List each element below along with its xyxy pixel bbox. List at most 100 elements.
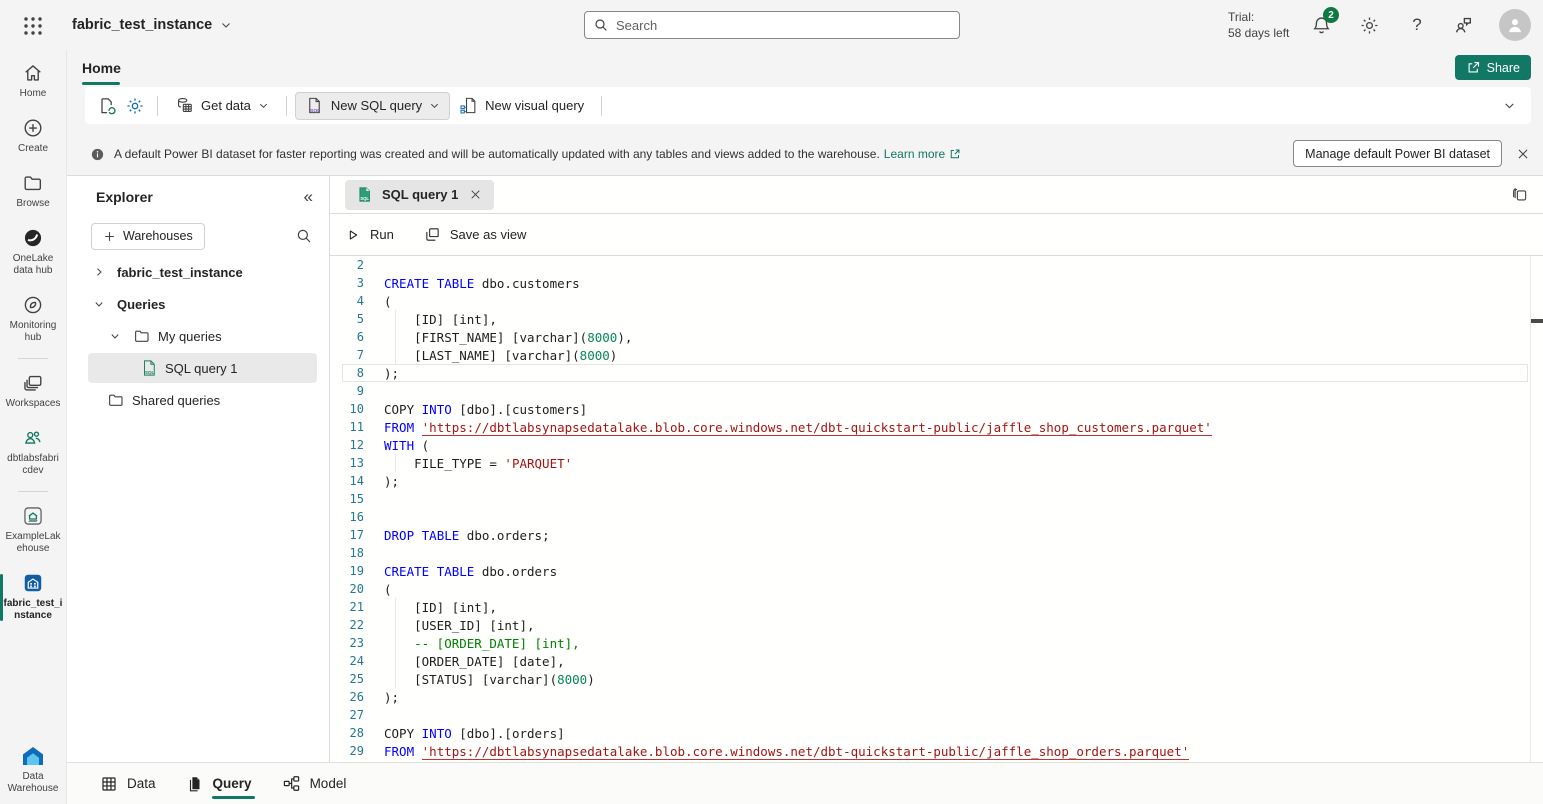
help-button[interactable]: ?: [1406, 14, 1428, 36]
code-line-5[interactable]: 5 [ID] [int],: [330, 310, 1530, 328]
code-line-19[interactable]: 19CREATE TABLE dbo.orders: [330, 562, 1530, 580]
query-settings-gear-icon[interactable]: [121, 92, 149, 120]
code-line-28[interactable]: 28COPY INTO [dbo].[orders]: [330, 724, 1530, 742]
tree-item-my-queries[interactable]: My queries: [67, 320, 329, 352]
code-line-12[interactable]: 12WITH (: [330, 436, 1530, 454]
rail-item-workspaces[interactable]: Workspaces: [0, 364, 66, 419]
get-data-button[interactable]: Get data: [166, 92, 278, 120]
share-button[interactable]: Share: [1455, 55, 1531, 80]
code-line-21[interactable]: 21 [ID] [int],: [330, 598, 1530, 616]
collapse-panel-icon[interactable]: «: [304, 187, 313, 207]
search-input[interactable]: [616, 18, 951, 33]
rail-item-onelake-data-hub[interactable]: OneLakedata hub: [0, 219, 66, 286]
code-line-13[interactable]: 13 FILE_TYPE = 'PARQUET': [330, 454, 1530, 472]
save-as-view-button[interactable]: Save as view: [424, 226, 527, 243]
code-line-6[interactable]: 6 [FIRST_NAME] [varchar](8000),: [330, 328, 1530, 346]
indent-guide: [395, 346, 396, 364]
feedback-button[interactable]: [1452, 14, 1474, 36]
account-avatar[interactable]: [1499, 9, 1531, 41]
rail-item-monitoring-hub[interactable]: Monitoringhub: [0, 286, 66, 353]
learn-more-link[interactable]: Learn more: [884, 147, 961, 161]
code-text: [USER_ID] [int],: [384, 618, 535, 633]
rail-item-browse[interactable]: Browse: [0, 164, 66, 219]
chevron-down-icon: [220, 19, 232, 31]
code-line-26[interactable]: 26);: [330, 688, 1530, 706]
banner-close-icon[interactable]: [1512, 143, 1534, 165]
code-line-2[interactable]: 2: [330, 256, 1530, 274]
scrollbar-cursor-marker[interactable]: [1531, 319, 1543, 323]
line-number: 2: [330, 258, 364, 272]
code-line-15[interactable]: 15: [330, 490, 1530, 508]
line-number: 19: [330, 564, 364, 578]
sql-code-area[interactable]: 2 3CREATE TABLE dbo.customers4(5 [ID] [in…: [330, 256, 1530, 762]
code-line-17[interactable]: 17DROP TABLE dbo.orders;: [330, 526, 1530, 544]
chevron-down-icon[interactable]: [91, 296, 107, 312]
code-line-23[interactable]: 23 -- [ORDER_DATE] [int],: [330, 634, 1530, 652]
view-tab-data[interactable]: Data: [100, 763, 156, 804]
tree-item-sql-query-1[interactable]: SQLSQL query 1: [67, 352, 329, 384]
app-launcher-icon[interactable]: [20, 13, 46, 39]
tree-item-fabric-test-instance[interactable]: fabric_test_instance: [67, 256, 329, 288]
ribbon-expander-chevron[interactable]: [1495, 92, 1523, 120]
code-line-8[interactable]: 8);: [330, 364, 1530, 382]
run-button[interactable]: Run: [345, 227, 394, 243]
code-line-11[interactable]: 11FROM 'https://dbtlabsynapsedatalake.bl…: [330, 418, 1530, 436]
chevron-right-icon[interactable]: [91, 264, 107, 280]
add-warehouses-button[interactable]: Warehouses: [91, 223, 205, 250]
line-number: 6: [330, 330, 364, 344]
editor-tab-bar: SQL SQL query 1: [330, 176, 1543, 214]
settings-gear-icon[interactable]: [1358, 14, 1380, 36]
sql-document-icon: SQL: [305, 96, 324, 115]
external-link-icon: [949, 148, 961, 160]
line-number: 11: [330, 420, 364, 434]
refresh-query-button[interactable]: [93, 92, 121, 120]
workspace-switcher[interactable]: fabric_test_instance: [72, 0, 232, 50]
explorer-search-icon[interactable]: [295, 227, 313, 245]
code-line-10[interactable]: 10COPY INTO [dbo].[customers]: [330, 400, 1530, 418]
play-icon: [345, 227, 361, 243]
code-line-16[interactable]: 16: [330, 508, 1530, 526]
plus-icon: [103, 230, 116, 243]
line-number: 13: [330, 456, 364, 470]
code-line-29[interactable]: 29FROM 'https://dbtlabsynapsedatalake.bl…: [330, 742, 1530, 760]
rail-item-dbtlabsfabricdev[interactable]: dbtlabsfabricdev: [0, 419, 66, 486]
tab-close-icon[interactable]: [467, 187, 483, 203]
code-line-14[interactable]: 14);: [330, 472, 1530, 490]
code-line-4[interactable]: 4(: [330, 292, 1530, 310]
rail-item-examplelakehouse[interactable]: ExampleLakehouse: [0, 497, 66, 564]
notifications-button[interactable]: 2: [1310, 14, 1332, 36]
explorer-title: Explorer: [96, 189, 153, 205]
editor-scrollbar[interactable]: [1530, 256, 1543, 762]
new-visual-query-button[interactable]: New visual query: [450, 92, 593, 120]
indent-guide: [395, 670, 396, 688]
rail-item-fabric-test-instance[interactable]: fabric_test_instance: [0, 564, 66, 631]
copy-icon[interactable]: [1511, 186, 1529, 204]
code-line-27[interactable]: 27: [330, 706, 1530, 724]
ribbon-tabs-row: Home Share: [67, 50, 1543, 85]
code-line-9[interactable]: 9: [330, 382, 1530, 400]
rail-item-home[interactable]: Home: [0, 54, 66, 109]
code-text: WITH (: [384, 438, 429, 453]
code-line-18[interactable]: 18: [330, 544, 1530, 562]
code-line-3[interactable]: 3CREATE TABLE dbo.customers: [330, 274, 1530, 292]
global-search[interactable]: [584, 11, 960, 39]
view-tab-query[interactable]: Query: [186, 763, 252, 804]
code-line-20[interactable]: 20(: [330, 580, 1530, 598]
code-line-25[interactable]: 25 [STATUS] [varchar](8000): [330, 670, 1530, 688]
chevron-down-icon[interactable]: [107, 328, 123, 344]
tree-item-shared-queries[interactable]: Shared queries: [67, 384, 329, 416]
tab-sql-query-1[interactable]: SQL SQL query 1: [345, 180, 494, 210]
new-sql-query-button[interactable]: SQL New SQL query: [295, 92, 450, 120]
top-bar: fabric_test_instance Trial: 58 days left…: [0, 0, 1543, 50]
view-tab-model[interactable]: Model: [282, 763, 347, 804]
code-line-22[interactable]: 22 [USER_ID] [int],: [330, 616, 1530, 634]
rail-item-data-warehouse[interactable]: DataWarehouse: [0, 737, 66, 804]
code-line-24[interactable]: 24 [ORDER_DATE] [date],: [330, 652, 1530, 670]
trial-status: Trial: 58 days left: [1228, 9, 1289, 41]
tree-item-queries[interactable]: Queries: [67, 288, 329, 320]
rail-item-label: DataWarehouse: [8, 771, 59, 795]
rail-item-create[interactable]: Create: [0, 109, 66, 164]
tab-home[interactable]: Home: [82, 50, 121, 85]
code-line-7[interactable]: 7 [LAST_NAME] [varchar](8000): [330, 346, 1530, 364]
manage-default-dataset-button[interactable]: Manage default Power BI dataset: [1293, 140, 1502, 167]
